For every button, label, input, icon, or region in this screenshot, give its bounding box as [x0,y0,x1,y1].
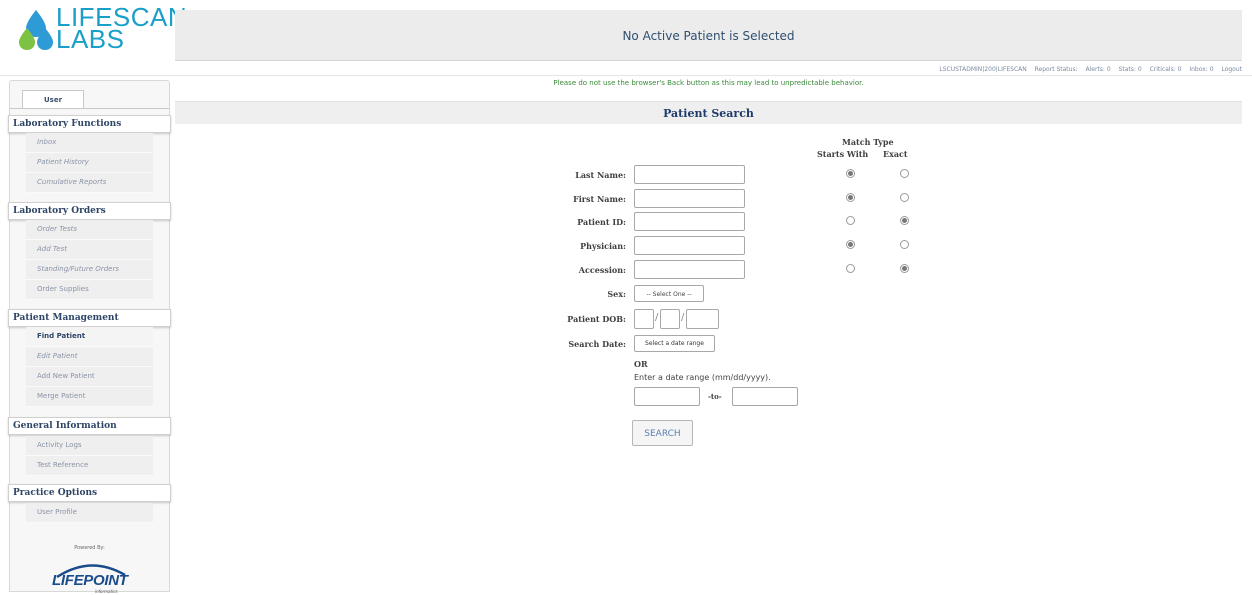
sidebar-item-order-tests[interactable]: Order Tests [26,220,153,240]
header-bar: No Active Patient is Selected [175,10,1242,61]
sidebar-item-activity-logs[interactable]: Activity Logs [26,436,153,456]
user-id: LSCUSTADMIN|200|LIFESCAN [939,66,1027,73]
sidebar: User Laboratory Functions Inbox Patient … [8,80,171,594]
lifescan-logo: LIFESCAN LABS [14,4,187,54]
section-general-information: General Information [8,417,171,435]
section-patient-management: Patient Management [8,309,171,327]
accession-exact-radio[interactable] [900,264,909,273]
page-title: Patient Search [663,107,754,120]
patient-search-header: Patient Search [175,101,1242,124]
first-name-label: First Name: [573,194,626,204]
sex-select[interactable]: -- Select One -- [634,285,704,302]
dob-day-input[interactable] [660,309,680,329]
first-name-starts-with-radio[interactable] [846,193,855,202]
section-practice-options: Practice Options [8,484,171,502]
patient-id-input[interactable] [634,212,745,231]
patient-id-starts-with-radio[interactable] [846,216,855,225]
starts-with-heading: Starts With [817,149,869,159]
alerts-link[interactable]: Alerts: 0 [1086,66,1111,73]
sidebar-item-add-new-patient[interactable]: Add New Patient [26,367,153,387]
sidebar-item-order-supplies[interactable]: Order Supplies [26,280,153,300]
logout-link[interactable]: Logout [1221,66,1242,73]
physician-starts-with-radio[interactable] [846,240,855,249]
section-laboratory-functions: Laboratory Functions [8,115,171,133]
last-name-exact-radio[interactable] [900,169,909,178]
report-status-label: Report Status: [1034,66,1078,73]
sidebar-item-patient-history[interactable]: Patient History [26,153,153,173]
patient-id-exact-radio[interactable] [900,216,909,225]
physician-input[interactable] [634,236,745,255]
header-divider [0,75,1252,76]
date-from-input[interactable] [634,387,700,406]
date-range-hint: Enter a date range (mm/dd/yyyy). [634,373,771,382]
search-button[interactable]: SEARCH [632,420,693,446]
first-name-exact-radio[interactable] [900,193,909,202]
last-name-starts-with-radio[interactable] [846,169,855,178]
header-title: No Active Patient is Selected [622,29,795,43]
to-label: -to- [708,392,722,401]
physician-label: Physician: [580,241,626,251]
inbox-link[interactable]: Inbox: 0 [1189,66,1213,73]
sidebar-item-cumulative-reports[interactable]: Cumulative Reports [26,173,153,193]
search-date-label: Search Date: [568,339,626,349]
dob-label: Patient DOB: [567,314,626,324]
dob-month-input[interactable] [634,309,654,329]
sidebar-item-test-reference[interactable]: Test Reference [26,456,153,476]
physician-exact-radio[interactable] [900,240,909,249]
sidebar-item-user-profile[interactable]: User Profile [26,503,153,523]
exact-heading: Exact [883,149,908,159]
first-name-input[interactable] [634,189,745,208]
sidebar-item-merge-patient[interactable]: Merge Patient [26,387,153,407]
date-to-input[interactable] [732,387,798,406]
criticals-link[interactable]: Criticals: 0 [1150,66,1182,73]
back-button-warning: Please do not use the browser's Back but… [553,79,864,87]
dob-year-input[interactable] [686,309,719,329]
drops-icon [19,10,53,50]
accession-label: Accession: [578,265,626,275]
sidebar-item-inbox[interactable]: Inbox [26,133,153,153]
powered-by-label: Powered By: [74,545,105,551]
status-line: LSCUSTADMIN|200|LIFESCAN Report Status: … [933,66,1242,73]
accession-starts-with-radio[interactable] [846,264,855,273]
dob-separator: / [681,312,685,323]
sidebar-item-standing-future-orders[interactable]: Standing/Future Orders [26,260,153,280]
last-name-input[interactable] [634,165,745,184]
stats-link[interactable]: Stats: 0 [1119,66,1142,73]
tab-divider [10,108,169,109]
sidebar-item-edit-patient[interactable]: Edit Patient [26,347,153,367]
accession-input[interactable] [634,260,745,279]
sidebar-item-add-test[interactable]: Add Test [26,240,153,260]
patient-id-label: Patient ID: [577,217,626,227]
sex-label: Sex: [607,289,626,299]
sidebar-item-find-patient[interactable]: Find Patient [26,327,153,347]
last-name-label: Last Name: [575,170,626,180]
match-type-heading: Match Type [842,137,894,147]
select-date-range-button[interactable]: Select a date range [634,335,715,352]
section-laboratory-orders: Laboratory Orders [8,202,171,220]
or-label: OR [634,359,648,369]
dob-separator: / [655,312,659,323]
tab-user[interactable]: User [22,90,84,109]
